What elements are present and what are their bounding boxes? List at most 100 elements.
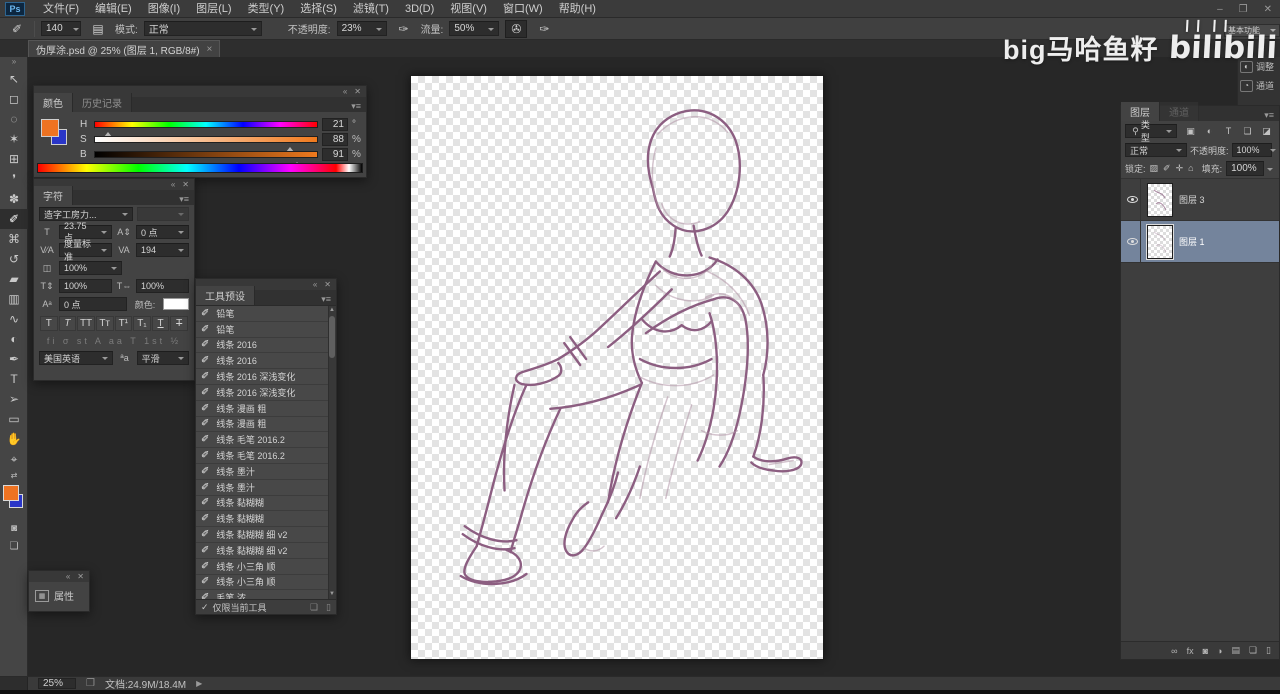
color-spectrum-ramp[interactable] [37, 163, 363, 173]
tab-color[interactable]: 颜色 [34, 93, 73, 112]
delete-preset-icon[interactable]: ▯ [326, 602, 331, 613]
path-selection-tool[interactable]: ➢ [0, 389, 28, 409]
leading-select[interactable]: 0 点 [136, 225, 189, 239]
preset-row-16[interactable]: ✐线条 小三角 顺 [196, 559, 336, 575]
collapse-icon[interactable]: « [313, 280, 317, 289]
layer-row-图层 1[interactable]: 图层 1 [1121, 221, 1279, 263]
hand-tool[interactable]: ✋ [0, 429, 28, 449]
menu-item-0[interactable]: 文件(F) [35, 3, 87, 15]
lock-all-icon[interactable]: ⌂ [1188, 163, 1193, 174]
shape-filter-icon[interactable]: ❏ [1241, 126, 1254, 137]
preset-row-4[interactable]: ✐线条 2016 深浅变化 [196, 369, 336, 385]
pixel-filter-icon[interactable]: ▣ [1184, 126, 1197, 137]
toolbar-expand-icon[interactable]: » [0, 57, 27, 69]
type-style-button-7[interactable]: T [170, 316, 188, 331]
tab-character[interactable]: 字符 [34, 186, 73, 205]
type-style-button-4[interactable]: T¹ [115, 316, 133, 331]
language-select[interactable]: 美国英语 [39, 351, 113, 365]
panel-menu-icon[interactable]: ▾≡ [321, 294, 336, 305]
preset-row-11[interactable]: ✐线条 墨汁 [196, 480, 336, 496]
current-tool-only-checkbox[interactable]: ✓ [201, 602, 209, 613]
status-menu-arrow-icon[interactable]: ▶ [196, 679, 202, 688]
preset-row-3[interactable]: ✐线条 2016 [196, 353, 336, 369]
menu-item-10[interactable]: 帮助(H) [551, 3, 604, 15]
menu-item-8[interactable]: 视图(V) [442, 3, 495, 15]
type-filter-icon[interactable]: T [1222, 126, 1235, 137]
dodge-tool[interactable]: ◐ [0, 329, 28, 349]
link-layers-icon[interactable]: ∞ [1171, 646, 1177, 656]
brush-size-picker[interactable]: 140 [41, 21, 81, 36]
horizontal-scale-field[interactable]: 100% [136, 279, 189, 293]
marquee-tool[interactable]: ◻ [0, 89, 28, 109]
antialias-select[interactable]: 平滑 [137, 351, 189, 365]
gradient-tool[interactable]: ▥ [0, 289, 28, 309]
type-style-button-0[interactable]: T [40, 316, 58, 331]
preset-row-5[interactable]: ✐线条 2016 深浅变化 [196, 385, 336, 401]
visibility-toggle[interactable] [1125, 179, 1141, 220]
scroll-down-icon[interactable]: ▼ [328, 590, 336, 599]
new-preset-icon[interactable]: ❏ [310, 602, 318, 613]
blend-mode-select[interactable]: 正常 [144, 21, 262, 36]
document-canvas[interactable] [410, 75, 824, 660]
workspace-switcher[interactable]: 基本功能 [1224, 24, 1280, 37]
preset-row-1[interactable]: ✐铅笔 [196, 322, 336, 338]
foreground-color-swatch[interactable] [3, 485, 19, 501]
dock-collapse-icon[interactable]: « [1260, 44, 1264, 53]
slider-value-S[interactable]: 88 [322, 133, 348, 146]
scroll-up-icon[interactable]: ▲ [328, 306, 336, 315]
pen-tool[interactable]: ✒ [0, 349, 28, 369]
foreground-color-swatch[interactable] [41, 119, 59, 137]
preset-row-18[interactable]: ✐毛笔 浓 [196, 590, 336, 599]
menu-item-4[interactable]: 类型(Y) [240, 3, 293, 15]
pressure-opacity-icon[interactable]: ✑ [393, 20, 415, 38]
eraser-tool[interactable]: ▰ [0, 269, 28, 289]
layer-thumbnail[interactable] [1147, 225, 1173, 259]
menu-item-2[interactable]: 图像(I) [140, 3, 188, 15]
adjustment-layer-icon[interactable]: ◑ [1217, 646, 1222, 656]
menu-item-6[interactable]: 滤镜(T) [345, 3, 397, 15]
brush-tool[interactable]: ✐ [0, 209, 28, 229]
type-style-button-6[interactable]: T [152, 316, 170, 331]
swap-colors-icon[interactable]: ⇄ [0, 469, 28, 481]
document-tab[interactable]: 伪厚涂.psd @ 25% (图层 1, RGB/8#) × [28, 40, 220, 57]
lock-position-icon[interactable]: ✛ [1176, 163, 1184, 174]
scrollbar-thumb[interactable] [329, 316, 335, 358]
magic-wand-tool[interactable]: ✶ [0, 129, 28, 149]
preset-row-9[interactable]: ✐线条 毛笔 2016.2 [196, 448, 336, 464]
restore-button[interactable]: ❐ [1239, 4, 1248, 15]
layer-style-icon[interactable]: fx [1187, 646, 1194, 656]
new-group-icon[interactable]: ▤ [1231, 645, 1240, 656]
layer-fill-select[interactable]: 100% [1226, 161, 1264, 176]
layer-row-图层 3[interactable]: 图层 3 [1121, 179, 1279, 221]
crop-tool[interactable]: ⊞ [0, 149, 28, 169]
lock-pixels-icon[interactable]: ✐ [1163, 163, 1171, 174]
scrollbar[interactable]: ▲ ▼ [328, 306, 336, 599]
minimize-button[interactable]: – [1217, 4, 1223, 15]
layer-opacity-select[interactable]: 100% [1232, 143, 1272, 157]
brush-panel-toggle-icon[interactable]: ▤ [87, 20, 109, 38]
preset-row-2[interactable]: ✐线条 2016 [196, 338, 336, 354]
preset-row-13[interactable]: ✐线条 黏糊糊 [196, 511, 336, 527]
history-brush-tool[interactable]: ↺ [0, 249, 28, 269]
preset-row-8[interactable]: ✐线条 毛笔 2016.2 [196, 432, 336, 448]
shape-tool[interactable]: ▭ [0, 409, 28, 429]
lasso-tool[interactable]: ◌ [0, 109, 28, 129]
filter-type-select[interactable]: ⚲ 类型 [1125, 124, 1177, 138]
text-color-swatch[interactable] [163, 298, 189, 310]
vertical-scale-field[interactable]: 100% [59, 279, 112, 293]
zoom-tool[interactable]: ⌖ [0, 449, 28, 469]
slider-value-H[interactable]: 21 [322, 118, 348, 131]
preset-row-15[interactable]: ✐线条 黏糊糊 细 v2 [196, 543, 336, 559]
close-icon[interactable]: ✕ [324, 280, 331, 289]
slider-value-B[interactable]: 91 [322, 148, 348, 161]
pressure-size-icon[interactable]: ✑ [533, 20, 555, 38]
move-tool[interactable]: ↖ [0, 69, 28, 89]
menu-item-1[interactable]: 编辑(E) [87, 3, 140, 15]
slider-track-H[interactable] [94, 121, 318, 128]
type-style-button-2[interactable]: TT [77, 316, 95, 331]
close-button[interactable]: ✕ [1264, 4, 1272, 15]
font-family-select[interactable]: 造字工房力... [39, 207, 133, 221]
brush-tool-icon[interactable]: ✐ [6, 20, 28, 38]
panel-menu-icon[interactable]: ▾≡ [179, 194, 194, 205]
preset-row-10[interactable]: ✐线条 墨汁 [196, 464, 336, 480]
